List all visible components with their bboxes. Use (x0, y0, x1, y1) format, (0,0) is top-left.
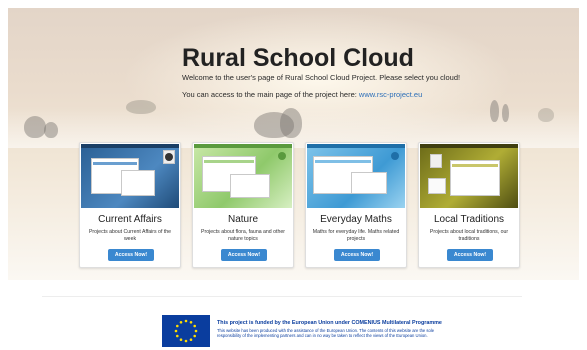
tree-silhouette (538, 108, 554, 122)
access-now-button[interactable]: Access Now! (447, 249, 493, 261)
card-title: Local Traditions (433, 214, 505, 225)
access-text: You can access to the main page of the p… (182, 90, 422, 99)
access-now-button[interactable]: Access Now! (108, 249, 154, 261)
local-traditions-thumbnail (420, 144, 518, 208)
tree-silhouette (280, 108, 302, 138)
card-description: Projects about flora, fauna and other na… (201, 229, 285, 242)
card-description: Projects about local traditions, our tra… (429, 229, 509, 242)
card-description: Maths for everyday life. Maths related p… (312, 229, 400, 242)
footer-divider (42, 296, 522, 297)
eu-flag-logo (162, 315, 210, 347)
tree-silhouette (24, 116, 46, 138)
tree-silhouette (44, 122, 58, 138)
tree-silhouette (502, 104, 509, 122)
card-everyday-maths: Everyday Maths Maths for everyday life. … (305, 142, 407, 268)
welcome-text: Welcome to the user's page of Rural Scho… (182, 73, 461, 82)
card-title: Current Affairs (98, 214, 162, 225)
tree-silhouette (490, 100, 499, 122)
card-local-traditions: Local Traditions Projects about local tr… (418, 142, 520, 268)
card-description: Projects about Current Affairs of the we… (88, 229, 172, 242)
project-link[interactable]: www.rsc-project.eu (359, 90, 422, 99)
access-now-button[interactable]: Access Now! (221, 249, 267, 261)
card-title: Everyday Maths (320, 214, 392, 225)
current-affairs-thumbnail (81, 144, 179, 208)
access-now-button[interactable]: Access Now! (334, 249, 380, 261)
funding-title: This project is funded by the European U… (217, 320, 442, 326)
nature-thumbnail (194, 144, 292, 208)
everyday-maths-thumbnail (307, 144, 405, 208)
tree-silhouette (126, 100, 156, 114)
page-title: Rural School Cloud (182, 44, 414, 72)
funding-disclaimer: This website has been produced with the … (217, 328, 435, 339)
card-nature: Nature Projects about flora, fauna and o… (192, 142, 294, 268)
eu-stars-icon (162, 315, 210, 347)
card-title: Nature (227, 214, 258, 225)
access-prefix: You can access to the main page of the p… (182, 90, 359, 99)
card-current-affairs: Current Affairs Projects about Current A… (79, 142, 181, 268)
